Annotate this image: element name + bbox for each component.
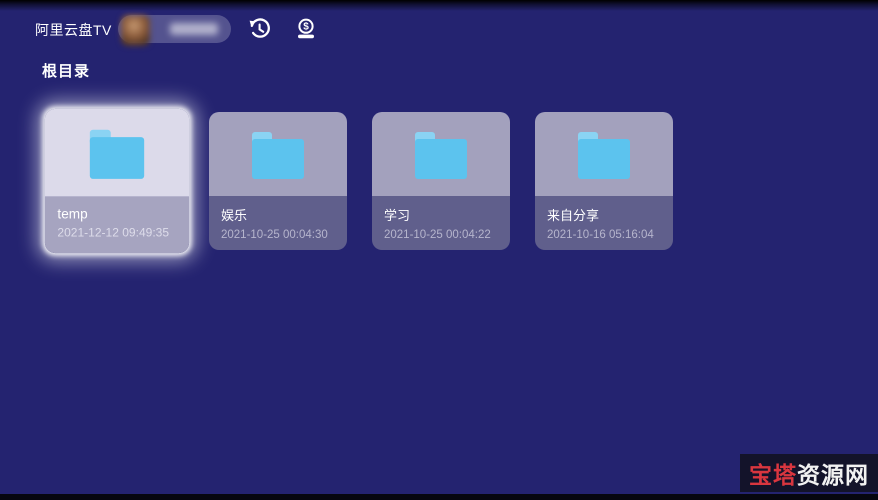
folder-card-from-share[interactable]: 来自分享 2021-10-16 05:16:04 [535, 112, 673, 250]
watermark-text-white: 资源网 [797, 456, 869, 490]
folder-icon [578, 132, 630, 180]
user-account-pill[interactable] [118, 15, 231, 43]
breadcrumb-root-directory: 根目录 [42, 60, 90, 81]
top-letterbox-fade [0, 0, 878, 11]
folder-card-study[interactable]: 学习 2021-10-25 00:04:22 [372, 112, 510, 250]
folder-date: 2021-12-12 09:49:35 [57, 227, 176, 240]
folder-date: 2021-10-25 00:04:22 [384, 229, 498, 241]
folder-icon [252, 132, 304, 180]
folder-thumbnail-area [372, 112, 510, 196]
folder-card-temp[interactable]: temp 2021-12-12 09:49:35 [45, 109, 189, 253]
dollar-glyph: $ [303, 22, 309, 33]
folder-name: temp [57, 206, 176, 222]
folder-thumbnail-area [45, 109, 189, 197]
folder-card-footer: 学习 2021-10-25 00:04:22 [372, 196, 510, 250]
app-title: 阿里云盘TV [35, 20, 112, 40]
folder-card-footer: 娱乐 2021-10-25 00:04:30 [209, 196, 347, 250]
folder-date: 2021-10-16 05:16:04 [547, 229, 661, 241]
folder-name: 娱乐 [221, 205, 335, 224]
folder-icon [90, 130, 144, 180]
avatar [121, 15, 150, 46]
folder-thumbnail-area [535, 112, 673, 196]
folder-card-entertainment[interactable]: 娱乐 2021-10-25 00:04:30 [209, 112, 347, 250]
money-deposit-icon[interactable]: $ [293, 16, 319, 42]
watermark-text-red: 宝塔 [749, 456, 797, 490]
folder-card-footer: temp 2021-12-12 09:49:35 [45, 197, 189, 253]
history-icon[interactable] [246, 16, 272, 42]
bottom-letterbox-bar [0, 494, 878, 500]
folder-date: 2021-10-25 00:04:30 [221, 229, 335, 241]
folder-thumbnail-area [209, 112, 347, 196]
username-blurred [170, 23, 218, 35]
site-watermark: 宝塔资源网 [740, 454, 878, 492]
folder-name: 来自分享 [547, 205, 661, 224]
folder-card-footer: 来自分享 2021-10-16 05:16:04 [535, 196, 673, 250]
folder-name: 学习 [384, 205, 498, 224]
folder-icon [415, 132, 467, 180]
